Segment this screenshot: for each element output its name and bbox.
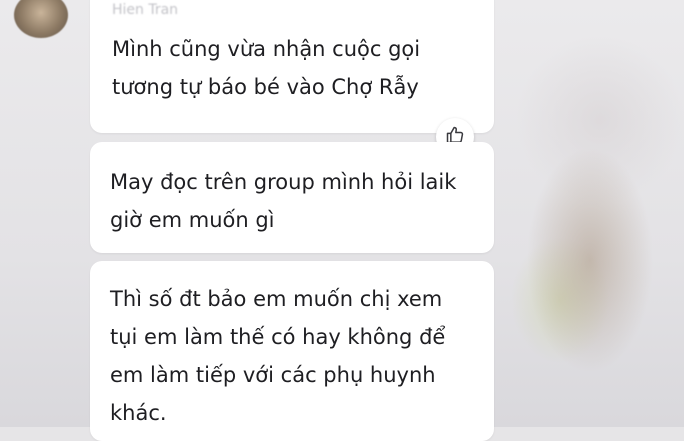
message-text-line: khác. (110, 401, 167, 425)
message-bubble[interactable]: Thì số đt bảo em muốn chị xem tụi em làm… (90, 261, 494, 441)
message-text-line: tương tự báo bé vào Chợ Rẫy (112, 75, 419, 99)
message-text-line: Thì số đt bảo em muốn chị xem (110, 287, 443, 311)
message-text-line: May đọc trên group mình hỏi laik (110, 170, 457, 194)
message-bubble[interactable]: May đọc trên group mình hỏi laik giờ em … (90, 142, 494, 253)
message-text-line: em làm tiếp với các phụ huynh (110, 363, 436, 387)
message-bubble[interactable]: Hien Tran Mình cũng vừa nhận cuộc gọi tư… (90, 0, 494, 133)
sender-name: Hien Tran (112, 2, 179, 18)
message-text-line: tụi em làm thế có hay không để (110, 325, 446, 349)
message-text-line: Mình cũng vừa nhận cuộc gọi (112, 37, 421, 61)
message-text-line: giờ em muốn gì (110, 208, 275, 232)
